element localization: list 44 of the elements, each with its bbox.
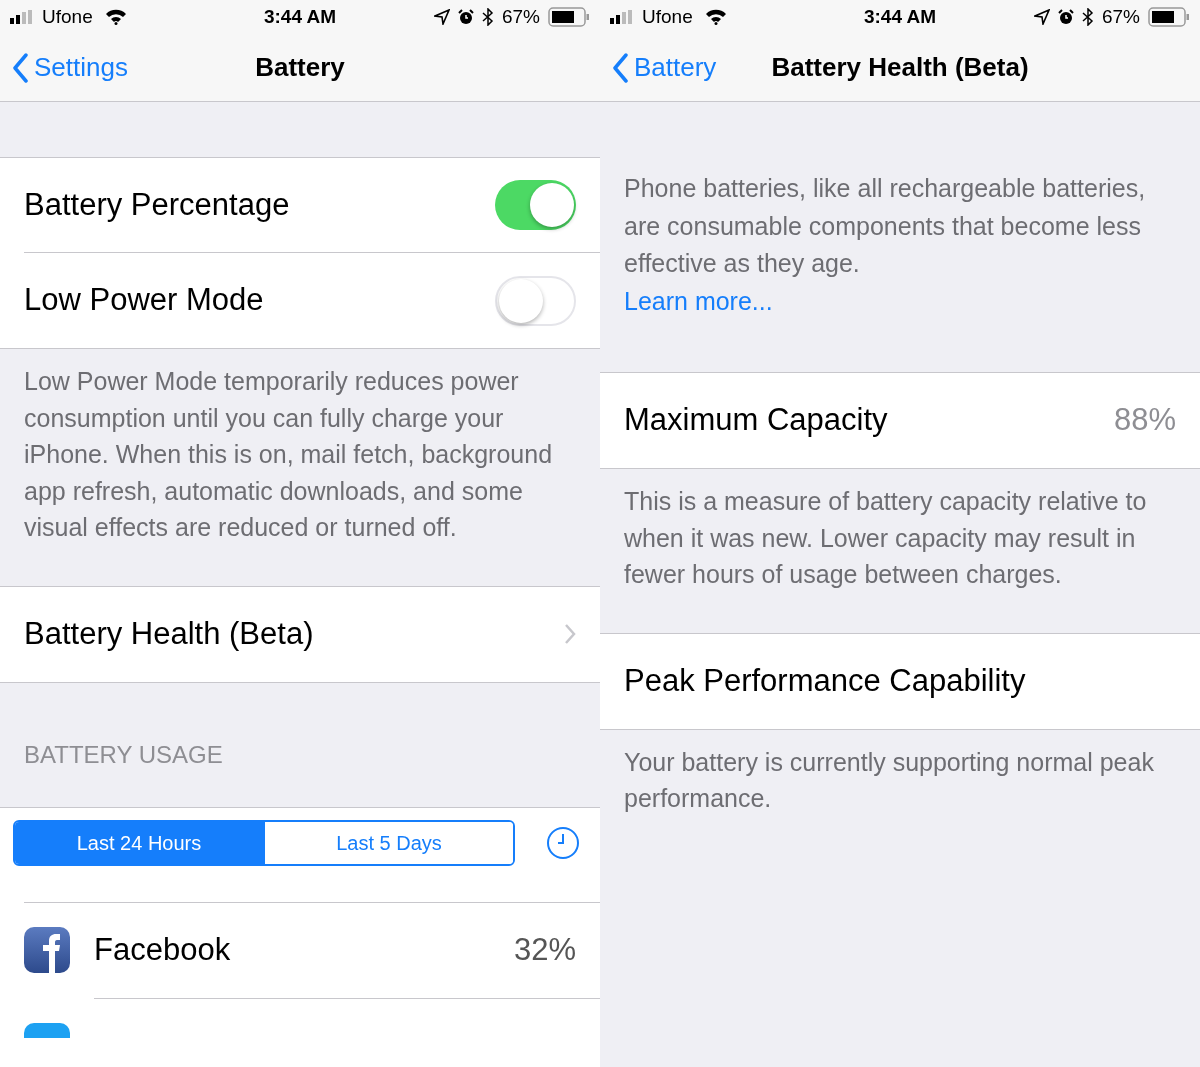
chevron-right-icon (564, 623, 576, 645)
row-label: Peak Performance Capability (624, 661, 1026, 700)
segment-tab[interactable]: Last 24 Hours (15, 821, 263, 864)
wifi-icon (104, 9, 127, 25)
row-label: Battery Percentage (24, 185, 290, 224)
row-label: Maximum Capacity (624, 401, 888, 440)
segment-tab[interactable]: Last 5 Days (263, 821, 513, 864)
app-icon (24, 1022, 70, 1038)
row-label: Low Power Mode (24, 281, 264, 320)
clock-time: 3:44 AM (263, 4, 337, 29)
clock-icon[interactable] (546, 825, 580, 860)
battery-percentage: 67% (501, 4, 540, 29)
clock-time: 3:44 AM (863, 4, 937, 29)
nav-title: Battery Health (Beta) (770, 51, 1030, 84)
alarm-icon (1057, 9, 1074, 25)
row-label: Battery Health (Beta) (24, 614, 314, 653)
battery-icon (548, 7, 590, 27)
footer-description: This is a measure of battery capacity relative to when it was new. Lower capacity may result in fewer hours of usage between charges. (623, 486, 1148, 590)
battery-percentage: 67% (1101, 4, 1140, 29)
back-chevron-icon (12, 52, 28, 83)
bluetooth-icon (481, 8, 494, 26)
back-chevron-icon (612, 52, 628, 83)
wifi-icon (704, 9, 727, 25)
nav-title: Battery (254, 51, 346, 84)
toggle-switch[interactable] (495, 180, 576, 230)
footer-description: Low Power Mode temporarily reduces power consumption until you can fully charge your iPhone. When this is on, mail fetch, background app refresh, automatic downloads, and some visual effects are reduced or turned off. (23, 366, 554, 543)
bluetooth-icon (1081, 8, 1094, 26)
location-arrow-icon (1033, 9, 1050, 25)
back-button[interactable]: Settings (12, 48, 128, 87)
row-value: 88% (1113, 401, 1176, 440)
alarm-icon (457, 9, 474, 25)
carrier-name: Ufone (642, 4, 693, 29)
footer-description: Your battery is currently supporting normal peak performance. (623, 746, 1155, 814)
intro-description: Phone batteries, like all rechargeable batteries, are consumable components that become less effective as they age. (624, 173, 1147, 279)
battery-icon (1148, 7, 1190, 27)
back-button[interactable]: Battery (612, 48, 717, 87)
usage-percentage: 32% (513, 930, 576, 969)
carrier-name: Ufone (42, 4, 93, 29)
section-header: BATTERY USAGE (24, 740, 223, 768)
toggle-switch[interactable] (495, 275, 576, 326)
location-arrow-icon (433, 9, 450, 25)
app-name: Facebook (94, 930, 232, 969)
learn-more-link[interactable]: Learn more... (624, 286, 773, 315)
app-icon (24, 927, 70, 973)
